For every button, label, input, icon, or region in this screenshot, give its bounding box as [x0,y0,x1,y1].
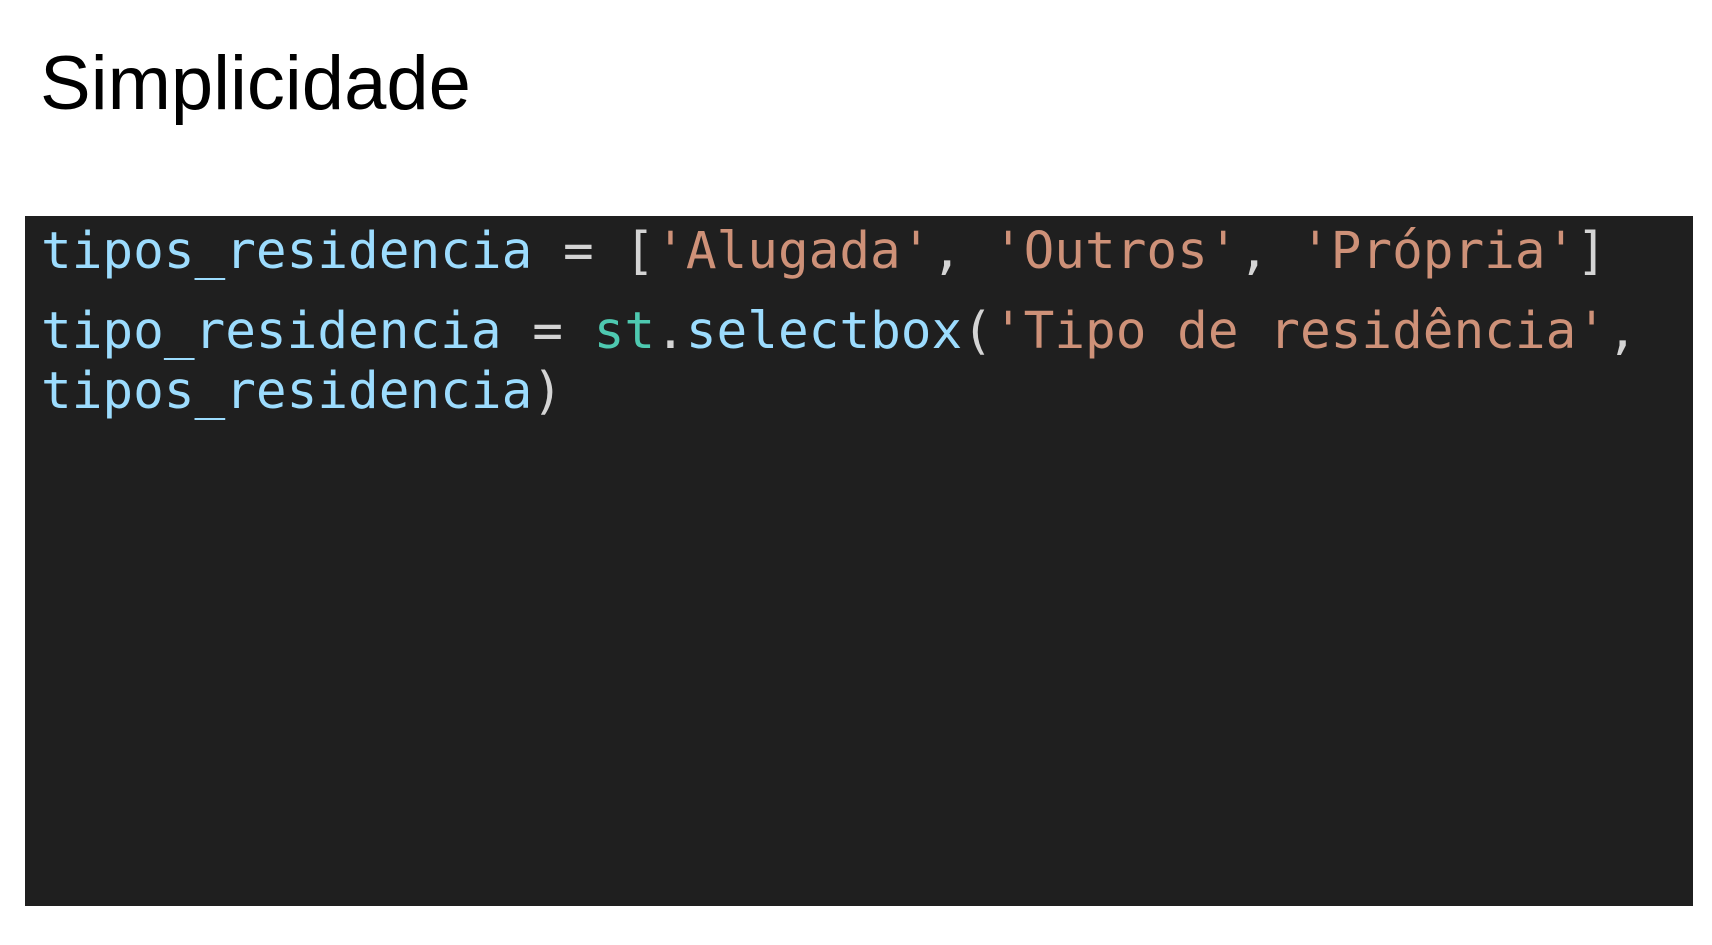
code-line-3: tipos_residencia) [41,362,1693,422]
code-variable: tipos_residencia [41,222,533,281]
code-module: st [593,302,656,361]
code-bracket-close: ] [1576,222,1608,281]
code-comma: , [1607,302,1638,361]
code-string: 'Alugada' [655,222,932,281]
slide-title: Simplicidade [40,41,471,126]
code-bracket-open: [ [624,222,656,281]
code-comma: , [931,222,993,281]
code-dot: . [655,302,686,361]
code-string: 'Própria' [1299,222,1577,281]
slide: Simplicidade tipos_residencia = ['Alugad… [0,0,1712,945]
code-line-1: tipos_residencia = ['Alugada', 'Outros',… [41,222,1693,282]
code-variable: tipos_residencia [41,362,533,421]
code-line-2: tipo_residencia = st.selectbox('Tipo de … [41,302,1693,362]
code-comma: , [1238,222,1300,281]
code-string: 'Outros' [992,222,1239,281]
code-operator: = [532,222,625,281]
code-string: 'Tipo de residência' [992,302,1607,361]
code-operator: = [501,302,594,361]
code-function: selectbox [685,302,963,361]
code-block: tipos_residencia = ['Alugada', 'Outros',… [25,216,1693,906]
code-paren-open: ( [962,302,993,361]
code-variable: tipo_residencia [41,302,502,361]
code-paren-close: ) [532,362,563,421]
